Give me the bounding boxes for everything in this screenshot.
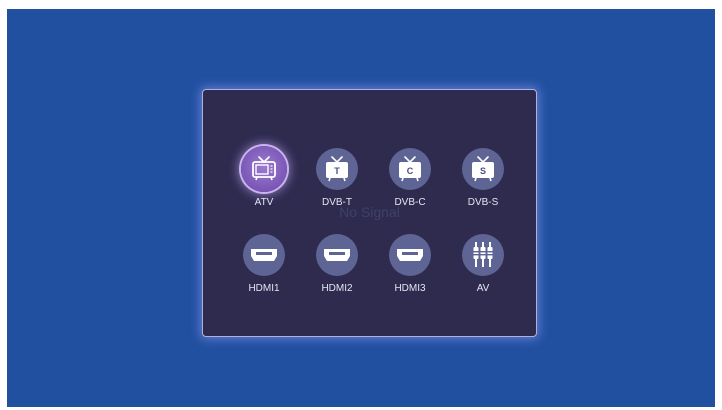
av-connector-icon — [473, 242, 493, 267]
source-icon-circle: C — [389, 148, 431, 190]
source-label: DVB-T — [322, 197, 352, 208]
source-label: HDMI3 — [394, 283, 426, 294]
tv-icon: S — [472, 156, 494, 182]
tv-icon — [252, 156, 276, 181]
source-icon-circle — [241, 146, 287, 192]
source-label: DVB-C — [394, 197, 426, 208]
source-dvb-t[interactable]: T DVB-T — [302, 148, 372, 209]
source-icon-circle — [462, 234, 504, 276]
source-icon-circle — [389, 234, 431, 276]
source-label: HDMI1 — [248, 283, 280, 294]
source-dvb-s[interactable]: S DVB-S — [448, 148, 518, 209]
source-icon-circle — [243, 234, 285, 276]
source-av[interactable]: AV — [448, 234, 518, 295]
source-atv[interactable]: ATV — [229, 146, 299, 209]
source-select-panel: No Signal ATV T DVB-T C DVB-C S DVB-S HD… — [202, 89, 537, 337]
channel-letter: C — [407, 166, 414, 176]
channel-letter: S — [480, 166, 486, 176]
source-label: DVB-S — [467, 197, 499, 208]
hdmi-icon — [251, 249, 277, 261]
tv-screen: No Signal ATV T DVB-T C DVB-C S DVB-S HD… — [7, 9, 715, 407]
tv-icon: C — [399, 156, 421, 182]
source-dvb-c[interactable]: C DVB-C — [375, 148, 445, 209]
source-icon-circle — [316, 234, 358, 276]
source-hdmi3[interactable]: HDMI3 — [375, 234, 445, 295]
source-icon-circle: T — [316, 148, 358, 190]
tv-icon: T — [326, 156, 348, 182]
source-hdmi2[interactable]: HDMI2 — [302, 234, 372, 295]
hdmi-icon — [324, 249, 350, 261]
source-label: AV — [476, 283, 490, 294]
source-label: ATV — [254, 197, 274, 208]
source-hdmi1[interactable]: HDMI1 — [229, 234, 299, 295]
source-label: HDMI2 — [321, 283, 353, 294]
channel-letter: T — [334, 166, 340, 176]
hdmi-icon — [397, 249, 423, 261]
source-icon-circle: S — [462, 148, 504, 190]
